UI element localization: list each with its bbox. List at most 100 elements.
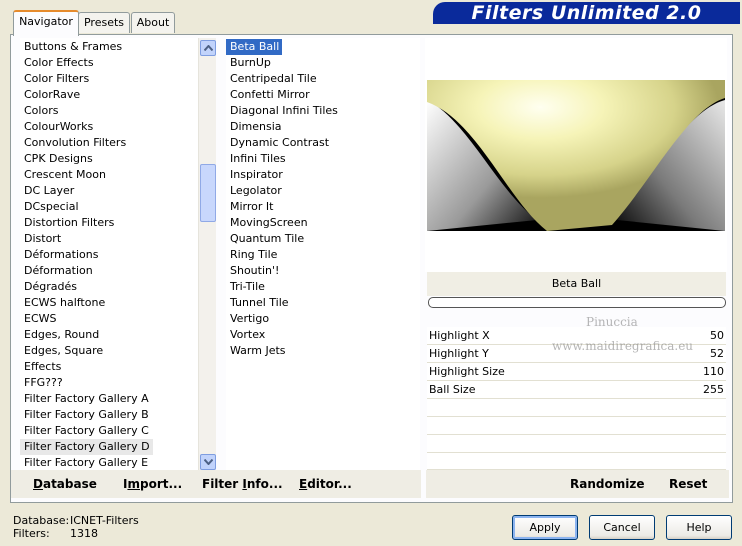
category-item[interactable]: Filter Factory Gallery B: [20, 407, 198, 423]
filter-item[interactable]: Vertigo: [226, 311, 420, 327]
database-value: ICNET-Filters: [70, 514, 139, 527]
filter-item-label: Shoutin'!: [230, 264, 280, 277]
reset-button[interactable]: Reset: [669, 470, 707, 498]
filter-item[interactable]: Confetti Mirror: [226, 87, 420, 103]
category-item[interactable]: Filter Factory Gallery D: [20, 439, 198, 455]
scroll-down-button[interactable]: [200, 454, 216, 470]
filter-item-label: Inspirator: [230, 168, 283, 181]
help-button[interactable]: Help: [666, 515, 732, 540]
filter-item[interactable]: Quantum Tile: [226, 231, 420, 247]
category-item[interactable]: Convolution Filters: [20, 135, 198, 151]
filter-item[interactable]: Infini Tiles: [226, 151, 420, 167]
filter-item-label: Legolator: [230, 184, 282, 197]
category-item[interactable]: Déformation: [20, 263, 198, 279]
filter-item[interactable]: Beta Ball: [226, 39, 420, 55]
category-item[interactable]: Filter Factory Gallery E: [20, 455, 198, 471]
filter-item[interactable]: Legolator: [226, 183, 420, 199]
category-item[interactable]: ECWS: [20, 311, 198, 327]
filter-item-label: Tri-Tile: [230, 280, 265, 293]
category-item[interactable]: Buttons & Frames: [20, 39, 198, 55]
param-empty: [427, 417, 726, 435]
category-item-label: ColorRave: [24, 88, 81, 101]
category-item[interactable]: Distort: [20, 231, 198, 247]
param-value: 255: [703, 383, 724, 396]
filter-item-label: Tunnel Tile: [230, 296, 289, 309]
param-value: 50: [710, 329, 724, 342]
filter-item[interactable]: Tunnel Tile: [226, 295, 420, 311]
category-item[interactable]: Crescent Moon: [20, 167, 198, 183]
filter-item[interactable]: Tri-Tile: [226, 279, 420, 295]
category-item-label: Color Effects: [24, 56, 94, 69]
category-list[interactable]: Buttons & Frames Color Effects Color Filte…: [20, 38, 198, 471]
category-item[interactable]: Edges, Round: [20, 327, 198, 343]
category-item-label: Effects: [24, 360, 62, 373]
param-label: Highlight Size: [429, 365, 505, 378]
category-item[interactable]: Distortion Filters: [20, 215, 198, 231]
filter-info-button[interactable]: Filter Info...: [202, 470, 283, 498]
category-item-label: Filter Factory Gallery B: [24, 408, 149, 421]
category-item[interactable]: CPK Designs: [20, 151, 198, 167]
filter-item[interactable]: Diagonal Infini Tiles: [226, 103, 420, 119]
filter-item-label: Infini Tiles: [230, 152, 286, 165]
filter-item[interactable]: Inspirator: [226, 167, 420, 183]
cancel-button[interactable]: Cancel: [589, 515, 655, 540]
watermark-url: www.maidiregrafica.eu: [552, 339, 694, 353]
category-item[interactable]: ColorRave: [20, 87, 198, 103]
category-item[interactable]: Color Effects: [20, 55, 198, 71]
filter-item-label: Confetti Mirror: [230, 88, 310, 101]
filter-list[interactable]: Beta Ball BurnUp Centripedal Tile Confetti …: [226, 38, 420, 471]
apply-button[interactable]: Apply: [512, 515, 578, 540]
category-item-label: Filter Factory Gallery E: [24, 456, 149, 469]
button-label: ditor...: [307, 477, 352, 491]
database-button[interactable]: Database: [33, 470, 97, 498]
filter-item-label: Beta Ball: [226, 39, 283, 55]
filter-item[interactable]: MovingScreen: [226, 215, 420, 231]
scroll-thumb[interactable]: [200, 164, 216, 222]
category-item[interactable]: Dégradés: [20, 279, 198, 295]
filter-item[interactable]: Ring Tile: [226, 247, 420, 263]
scroll-up-button[interactable]: [200, 40, 216, 56]
category-item[interactable]: DC Layer: [20, 183, 198, 199]
category-item[interactable]: Déformations: [20, 247, 198, 263]
param-ball-size[interactable]: Ball Size 255: [427, 381, 726, 399]
chevron-up-icon: [203, 45, 213, 51]
category-item[interactable]: Edges, Square: [20, 343, 198, 359]
tab-about[interactable]: About: [131, 12, 175, 33]
param-label: Highlight Y: [429, 347, 489, 360]
filter-item[interactable]: Vortex: [226, 327, 420, 343]
param-highlight-size[interactable]: Highlight Size 110: [427, 363, 726, 381]
category-item[interactable]: Filter Factory Gallery C: [20, 423, 198, 439]
category-item[interactable]: DCspecial: [20, 199, 198, 215]
chevron-down-icon: [203, 459, 213, 465]
category-item[interactable]: ECWS halftone: [20, 295, 198, 311]
filter-item[interactable]: Centripedal Tile: [226, 71, 420, 87]
category-item[interactable]: ColourWorks: [20, 119, 198, 135]
category-item-label: Dégradés: [24, 280, 77, 293]
tab-presets[interactable]: Presets: [78, 12, 130, 33]
accel-letter: E: [299, 477, 308, 491]
randomize-button[interactable]: Randomize: [570, 470, 644, 498]
filter-item[interactable]: Dynamic Contrast: [226, 135, 420, 151]
param-empty: [427, 435, 726, 453]
filter-item[interactable]: Shoutin'!: [226, 263, 420, 279]
category-item[interactable]: Colors: [20, 103, 198, 119]
param-label: Highlight X: [429, 329, 490, 342]
import-button[interactable]: Import...: [123, 470, 182, 498]
category-item[interactable]: Effects: [20, 359, 198, 375]
tab-navigator[interactable]: Navigator: [13, 10, 79, 36]
category-item[interactable]: Filter Factory Gallery A: [20, 391, 198, 407]
filter-item[interactable]: Warm Jets: [226, 343, 420, 359]
category-item-label: FFG???: [24, 376, 63, 389]
category-item-label: Distortion Filters: [24, 216, 115, 229]
category-scrollbar[interactable]: [198, 38, 216, 470]
param-empty: [427, 399, 726, 417]
filter-item[interactable]: Dimensia: [226, 119, 420, 135]
filter-item[interactable]: Mirror It: [226, 199, 420, 215]
category-item-label: DC Layer: [24, 184, 75, 197]
filter-item[interactable]: BurnUp: [226, 55, 420, 71]
category-item-label: Colors: [24, 104, 59, 117]
category-item[interactable]: FFG???: [20, 375, 198, 391]
editor-button[interactable]: Editor...: [299, 470, 352, 498]
category-item[interactable]: Color Filters: [20, 71, 198, 87]
filter-item-label: Warm Jets: [230, 344, 286, 357]
